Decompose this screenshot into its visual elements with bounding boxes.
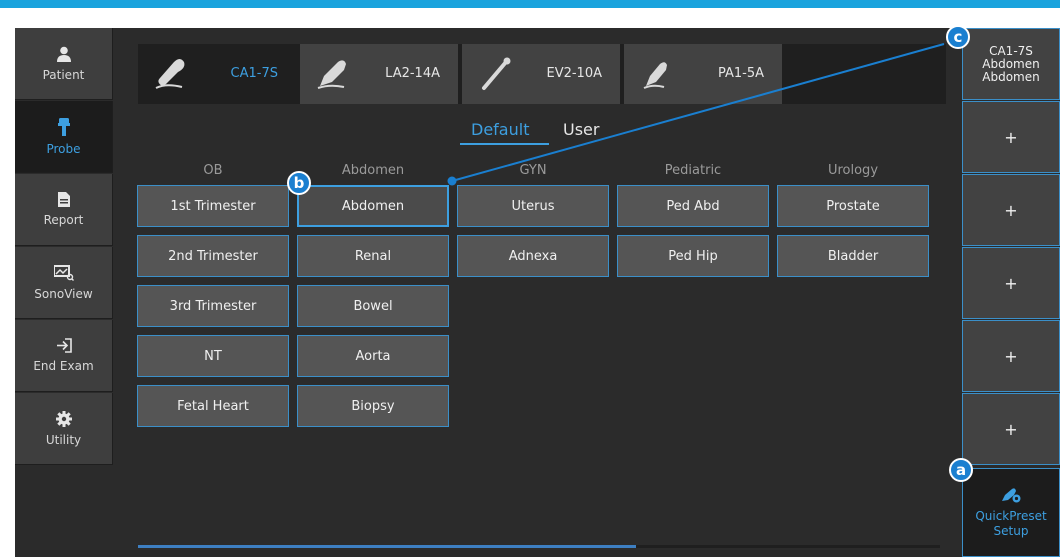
preset-button[interactable]: Bladder <box>777 235 929 277</box>
phased-array-probe-icon <box>643 62 667 89</box>
sidebar-item-report[interactable]: Report <box>15 174 113 246</box>
tab-default[interactable]: Default <box>471 120 529 139</box>
active-tab-indicator <box>460 143 549 145</box>
probe-icon <box>57 117 70 136</box>
setup-label-line1: QuickPreset <box>975 508 1047 523</box>
quick-preset-application: Abdomen <box>982 56 1040 71</box>
sidebar-item-label: Utility <box>45 432 82 447</box>
sidebar-item-label: Probe <box>46 141 81 156</box>
probe-tab-la2-14a[interactable]: LA2-14A <box>300 44 458 104</box>
probe-settings-icon <box>1002 487 1021 502</box>
sidebar-item-probe[interactable]: Probe <box>15 101 113 173</box>
quickpreset-setup-button[interactable]: QuickPreset Setup <box>962 468 1060 557</box>
preset-button[interactable]: 3rd Trimester <box>137 285 289 327</box>
quick-preset-panel: CA1-7S Abdomen Abdomen + + + + + QuickPr… <box>962 28 1060 557</box>
probe-name: CA1-7S <box>230 66 278 81</box>
preset-button[interactable]: Aorta <box>297 335 449 377</box>
probe-name: EV2-10A <box>546 66 602 81</box>
sidebar-item-sonoview[interactable]: SonoView <box>15 247 113 319</box>
sidebar-item-patient[interactable]: Patient <box>15 28 113 100</box>
sidebar-item-label: Patient <box>42 67 85 82</box>
add-icon: + <box>1004 200 1018 220</box>
tab-user[interactable]: User <box>563 120 599 139</box>
category-urology: Urology <box>827 163 879 178</box>
preset-button[interactable]: 1st Trimester <box>137 185 289 227</box>
probe-name: LA2-14A <box>385 66 440 81</box>
preset-button[interactable]: Ped Abd <box>617 185 769 227</box>
quick-preset-slot-3[interactable]: + <box>962 174 1060 246</box>
sidebar-item-label: End Exam <box>33 359 94 373</box>
document-icon <box>57 192 70 207</box>
preset-button[interactable]: Bowel <box>297 285 449 327</box>
linear-probe-icon <box>317 60 346 89</box>
probe-name: PA1-5A <box>717 66 764 81</box>
quick-preset-preset: Abdomen <box>982 69 1040 84</box>
endocavity-probe-icon <box>482 57 511 90</box>
preset-button[interactable]: Adnexa <box>457 235 609 277</box>
add-icon: + <box>1004 273 1018 293</box>
callout-b: b <box>287 171 311 195</box>
probe-tab-bar: CA1-7S LA2-14A EV2-10A PA1-5A <box>138 44 946 104</box>
category-abdomen: Abdomen <box>341 163 405 178</box>
preset-button[interactable]: Biopsy <box>297 385 449 427</box>
sonoview-icon <box>53 264 74 281</box>
person-icon <box>56 46 71 62</box>
exit-icon <box>56 338 72 353</box>
preset-button[interactable]: Fetal Heart <box>137 385 289 427</box>
probe-preset-screen: Patient Probe Report SonoView End Exam U… <box>15 28 1060 557</box>
horizontal-scrollbar[interactable] <box>138 545 940 548</box>
callout-a: a <box>949 458 973 482</box>
setup-label-line2: Setup <box>993 523 1029 538</box>
callout-c: c <box>946 25 970 49</box>
probe-tab-ev2-10a[interactable]: EV2-10A <box>462 44 620 104</box>
quick-preset-slot-4[interactable]: + <box>962 247 1060 319</box>
sidebar-item-end-exam[interactable]: End Exam <box>15 320 113 392</box>
probe-tab-pa1-5a[interactable]: PA1-5A <box>624 44 782 104</box>
quick-preset-slot-1[interactable]: CA1-7S Abdomen Abdomen <box>962 28 1060 100</box>
quick-preset-slot-5[interactable]: + <box>962 320 1060 392</box>
left-sidebar: Patient Probe Report SonoView End Exam U… <box>15 28 113 557</box>
category-pediatric: Pediatric <box>664 163 722 178</box>
preset-button[interactable]: NT <box>137 335 289 377</box>
sidebar-item-utility[interactable]: Utility <box>15 393 113 465</box>
sidebar-item-label: Report <box>43 213 84 227</box>
preset-button[interactable]: Prostate <box>777 185 929 227</box>
category-gyn: GYN <box>519 163 547 178</box>
category-ob: OB <box>203 163 223 178</box>
sidebar-item-label: SonoView <box>34 286 93 301</box>
preset-button[interactable]: Uterus <box>457 185 609 227</box>
add-icon: + <box>1004 346 1018 366</box>
preset-button[interactable]: Renal <box>297 235 449 277</box>
convex-probe-icon <box>155 59 185 89</box>
gear-icon <box>55 410 72 427</box>
quick-preset-slot-6[interactable]: + <box>962 393 1060 465</box>
preset-button[interactable]: 2nd Trimester <box>137 235 289 277</box>
quick-preset-probe: CA1-7S <box>989 43 1033 58</box>
preset-button-selected[interactable]: Abdomen <box>297 185 449 227</box>
add-icon: + <box>1004 127 1018 147</box>
preset-button[interactable]: Ped Hip <box>617 235 769 277</box>
add-icon: + <box>1004 419 1018 439</box>
scrollbar-thumb[interactable] <box>138 545 636 548</box>
quick-preset-slot-2[interactable]: + <box>962 101 1060 173</box>
probe-tab-ca1-7s[interactable]: CA1-7S <box>138 44 296 104</box>
top-accent-bar <box>0 0 1060 8</box>
